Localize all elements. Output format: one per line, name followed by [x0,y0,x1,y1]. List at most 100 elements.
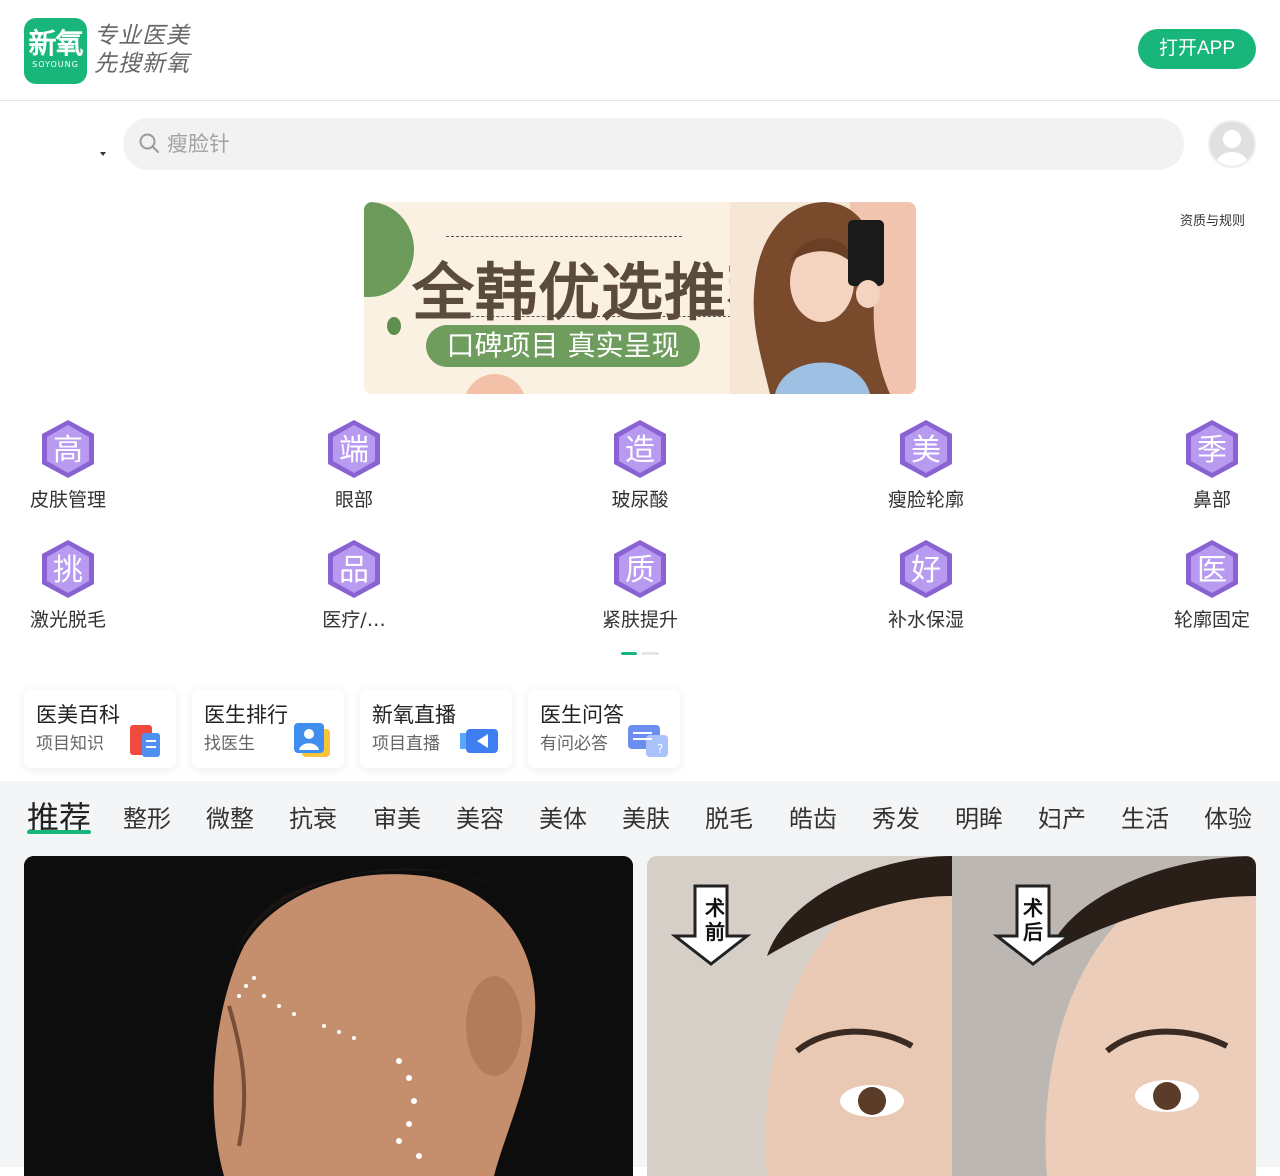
grid-item[interactable]: 端 眼部 [294,418,414,518]
slogan-line-2: 先搜新氧 [94,51,190,77]
tab-gynecology[interactable]: 妇产 [1038,799,1086,834]
tab-body[interactable]: 美体 [539,799,587,834]
badge-text: 端 [339,433,369,468]
tab-hair[interactable]: 秀发 [872,799,920,834]
feed-section: 推荐 整形 微整 抗衰 审美 美容 美体 美肤 脱毛 皓齿 秀发 明眸 妇产 生… [0,781,1280,1176]
badge-text: 美 [911,433,941,468]
grid-item-label: 紧肤提升 [601,609,678,631]
search-icon [139,133,159,153]
tab-hair-removal[interactable]: 脱毛 [705,799,753,834]
badge-text: 高 [53,433,83,468]
tab-experience[interactable]: 体验 [1204,799,1252,834]
soyoung-logo[interactable]: 新氧 SOYOUNG [24,18,87,84]
grid-item-label: 轮廓固定 [1173,609,1250,631]
badge-text: 好 [911,553,941,588]
grid-item-label: 眼部 [334,489,373,511]
tab-eyes[interactable]: 明眸 [955,799,1003,834]
quick-card-doctor-ranking[interactable]: 医生排行 找医生 [192,689,344,768]
grid-item[interactable]: 高 皮肤管理 [8,418,128,518]
grid-item-label: 医疗/… [322,609,386,631]
badge-icon: 美 [900,420,952,478]
badge-icon: 质 [614,540,666,598]
banner-subtitle: 口碑项目 真实呈现 [426,325,700,367]
banner-dot-decoration [387,317,401,335]
user-silhouette-icon [1210,122,1254,166]
feed-tabs: 推荐 整形 微整 抗衰 审美 美容 美体 美肤 脱毛 皓齿 秀发 明眸 妇产 生… [0,781,1280,851]
qa-icon: ? [628,725,668,757]
doctor-icon [294,723,330,757]
grid-item-label: 玻尿酸 [611,489,669,511]
qualification-rules-link[interactable]: 资质与规则 [1180,210,1245,229]
badge-icon: 品 [328,540,380,598]
grid-item-label: 皮肤管理 [29,489,106,511]
tab-life[interactable]: 生活 [1121,799,1169,834]
grid-item-label: 激光脱毛 [29,609,106,631]
pager-dot-active[interactable] [621,652,637,655]
badge-icon: 高 [42,420,94,478]
before-after-image [647,856,1256,1176]
tab-anti-aging[interactable]: 抗衰 [289,799,337,834]
grid-item[interactable]: 造 玻尿酸 [580,418,700,518]
after-label: 术后 [1023,896,1043,944]
grid-item[interactable]: 美 瘦脸轮廓 [866,418,986,518]
tab-plastic-surgery[interactable]: 整形 [123,799,171,834]
feed-card[interactable] [24,856,633,1176]
badge-icon: 造 [614,420,666,478]
slogan: 专业医美 先搜新氧 [94,22,190,78]
banner-arc-decoration [464,374,526,394]
grid-item[interactable]: 好 补水保湿 [866,538,986,638]
quick-card-subtitle: 项目知识 [36,734,104,754]
badge-icon: 季 [1186,420,1238,478]
city-selector[interactable] [28,134,112,164]
badge-icon: 好 [900,540,952,598]
grid-item[interactable]: 医 轮廓固定 [1152,538,1272,638]
quick-card-title: 医美百科 [36,703,120,727]
search-input[interactable] [167,128,1067,160]
feed-card-image [24,856,633,1176]
quick-card-subtitle: 有问必答 [540,734,608,754]
badge-icon: 医 [1186,540,1238,598]
svg-text:?: ? [657,742,663,756]
badge-text: 季 [1197,433,1227,468]
badge-icon: 端 [328,420,380,478]
search-bar[interactable] [123,118,1184,170]
badge-text: 挑 [53,553,83,588]
tab-aesthetics[interactable]: 审美 [373,799,421,834]
grid-item[interactable]: 品 医疗/… [294,538,414,638]
user-avatar[interactable] [1208,120,1256,168]
logo-sub-text: SOYOUNG [32,60,79,69]
badge-text: 造 [625,433,655,468]
quick-card-live[interactable]: 新氧直播 项目直播 [360,689,512,768]
video-icon [460,729,498,753]
grid-item[interactable]: 挑 激光脱毛 [8,538,128,638]
badge-text: 品 [339,553,369,588]
badge-text: 医 [1197,553,1227,588]
top-header: 新氧 SOYOUNG 专业医美 先搜新氧 打开APP [0,0,1280,101]
banner-dashed-line [446,236,682,237]
quick-card-title: 医生问答 [540,703,624,727]
banner-model-photo [730,202,916,394]
grid-item-label: 瘦脸轮廓 [887,489,964,511]
pager-dot[interactable] [641,652,659,655]
caret-down-icon[interactable] [100,152,106,156]
grid-item-label: 补水保湿 [887,609,964,631]
promo-banner[interactable]: 全韩优选推荐 口碑项目 真实呈现 [364,202,916,394]
tab-skin[interactable]: 美肤 [622,799,670,834]
document-icon [130,725,160,757]
badge-text: 质 [625,553,655,588]
before-label: 术前 [705,896,725,944]
slogan-line-1: 专业医美 [94,23,190,49]
quick-card-subtitle: 找医生 [204,734,255,754]
tab-teeth[interactable]: 皓齿 [789,799,837,834]
quick-card-title: 医生排行 [204,703,288,727]
feed-card-before-after[interactable]: 术前 术后 [647,856,1256,1176]
tab-beauty[interactable]: 美容 [456,799,504,834]
active-tab-indicator [27,830,91,834]
open-app-button[interactable]: 打开APP [1138,29,1256,69]
grid-item[interactable]: 质 紧肤提升 [580,538,700,638]
tab-micro[interactable]: 微整 [206,799,254,834]
quick-card-qa[interactable]: 医生问答 有问必答 ? [528,689,680,768]
quick-card-encyclopedia[interactable]: 医美百科 项目知识 [24,689,176,768]
grid-item-label: 鼻部 [1192,489,1231,511]
grid-item[interactable]: 季 鼻部 [1152,418,1272,518]
